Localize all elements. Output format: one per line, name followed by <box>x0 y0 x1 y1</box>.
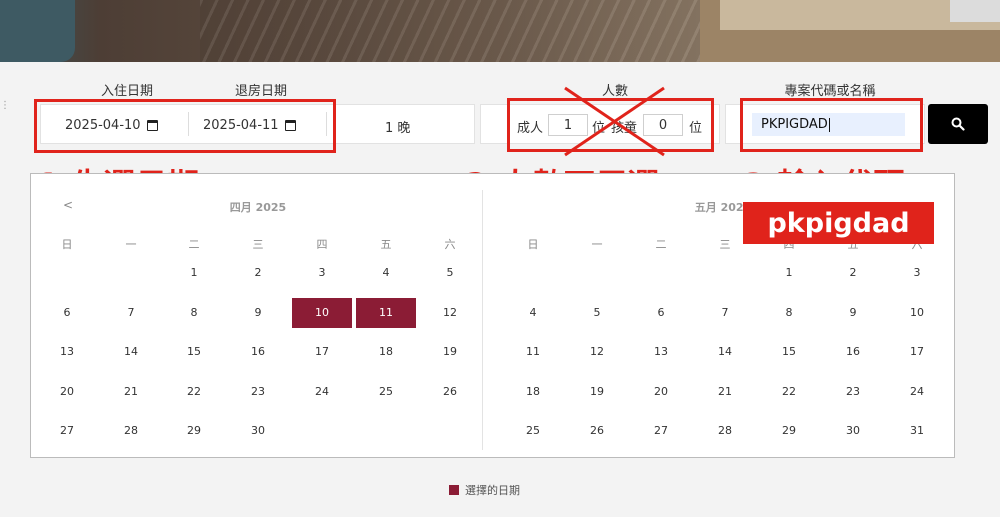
weekday-header: 二 <box>188 238 200 251</box>
day-cell[interactable]: 9 <box>823 298 883 328</box>
day-cell[interactable]: 3 <box>887 258 947 288</box>
day-cell[interactable]: 7 <box>101 298 161 328</box>
day-cell[interactable]: 4 <box>503 298 563 328</box>
day-cell[interactable]: 21 <box>101 377 161 407</box>
day-cell[interactable]: 16 <box>823 337 883 367</box>
day-cell[interactable]: 15 <box>759 337 819 367</box>
day-cell[interactable]: 2 <box>228 258 288 288</box>
day-cell[interactable]: 3 <box>292 258 352 288</box>
day-cell[interactable]: 6 <box>37 298 97 328</box>
day-cell[interactable]: 9 <box>228 298 288 328</box>
day-cell[interactable]: 31 <box>887 416 947 446</box>
day-cell[interactable]: 29 <box>759 416 819 446</box>
day-cell[interactable]: 22 <box>164 377 224 407</box>
day-cell[interactable]: 13 <box>631 337 691 367</box>
weekday-header: 三 <box>719 238 731 251</box>
day-cell[interactable]: 14 <box>695 337 755 367</box>
weekday-header: 五 <box>380 238 392 251</box>
day-cell[interactable]: 26 <box>420 377 480 407</box>
legend-swatch <box>449 485 459 495</box>
weekday-header: 六 <box>444 238 456 251</box>
annotation-box-dates <box>34 99 336 153</box>
day-cell[interactable]: 18 <box>356 337 416 367</box>
day-cell[interactable]: 16 <box>228 337 288 367</box>
weekday-header: 四 <box>316 238 328 251</box>
nights-count: 1 晚 <box>385 121 411 136</box>
day-cell[interactable]: 13 <box>37 337 97 367</box>
day-cell[interactable]: 12 <box>567 337 627 367</box>
day-cell[interactable]: 27 <box>37 416 97 446</box>
day-cell[interactable]: 8 <box>759 298 819 328</box>
day-cell-selected[interactable]: 10 <box>292 298 352 328</box>
prev-month-button[interactable]: < <box>63 198 73 212</box>
day-cell[interactable]: 28 <box>101 416 161 446</box>
day-cell[interactable]: 23 <box>823 377 883 407</box>
search-icon <box>951 117 965 131</box>
edge-mark: ⋮ <box>0 100 10 111</box>
day-cell[interactable]: 17 <box>887 337 947 367</box>
day-cell[interactable]: 5 <box>567 298 627 328</box>
day-cell[interactable]: 6 <box>631 298 691 328</box>
booking-page: ⋮ 入住日期 退房日期 人數 專案代碼或名稱 2025-04-10 2025-0… <box>0 0 1000 517</box>
day-cell[interactable]: 2 <box>823 258 883 288</box>
day-cell[interactable]: 20 <box>631 377 691 407</box>
day-cell[interactable]: 11 <box>503 337 563 367</box>
calendar-divider <box>482 190 483 450</box>
annotation-box-code <box>740 98 923 152</box>
day-cell[interactable]: 22 <box>759 377 819 407</box>
day-cell[interactable]: 29 <box>164 416 224 446</box>
day-cell[interactable]: 1 <box>759 258 819 288</box>
weekday-header: 日 <box>527 238 539 251</box>
day-cell[interactable]: 19 <box>420 337 480 367</box>
checkin-label: 入住日期 <box>100 84 153 99</box>
day-cell[interactable]: 25 <box>503 416 563 446</box>
weekday-header: 三 <box>252 238 264 251</box>
legend-label: 選擇的日期 <box>465 484 520 497</box>
weekday-header: 一 <box>591 238 603 251</box>
day-cell[interactable]: 10 <box>887 298 947 328</box>
weekday-header: 日 <box>61 238 73 251</box>
day-cell[interactable]: 5 <box>420 258 480 288</box>
day-cell[interactable]: 17 <box>292 337 352 367</box>
day-cell[interactable]: 1 <box>164 258 224 288</box>
day-cell[interactable]: 8 <box>164 298 224 328</box>
day-cell[interactable]: 20 <box>37 377 97 407</box>
hero-photo <box>0 0 1000 62</box>
code-label: 專案代碼或名稱 <box>784 84 876 99</box>
day-cell[interactable]: 4 <box>356 258 416 288</box>
day-cell[interactable]: 12 <box>420 298 480 328</box>
search-button[interactable] <box>928 104 988 144</box>
weekday-header: 二 <box>655 238 667 251</box>
day-cell[interactable]: 15 <box>164 337 224 367</box>
day-cell[interactable]: 25 <box>356 377 416 407</box>
day-cell[interactable]: 14 <box>101 337 161 367</box>
day-cell[interactable]: 24 <box>292 377 352 407</box>
cross-out-mark <box>564 86 665 157</box>
day-cell[interactable]: 24 <box>887 377 947 407</box>
day-cell[interactable]: 18 <box>503 377 563 407</box>
weekday-header: 一 <box>125 238 137 251</box>
day-cell[interactable]: 7 <box>695 298 755 328</box>
left-month-title: 四月 2025 <box>229 201 287 214</box>
checkout-label: 退房日期 <box>234 84 287 99</box>
day-cell-selected[interactable]: 11 <box>356 298 416 328</box>
code-badge: pkpigdad <box>743 202 934 244</box>
day-cell[interactable]: 30 <box>823 416 883 446</box>
day-cell[interactable]: 19 <box>567 377 627 407</box>
day-cell[interactable]: 21 <box>695 377 755 407</box>
day-cell[interactable]: 30 <box>228 416 288 446</box>
day-cell[interactable]: 27 <box>631 416 691 446</box>
day-cell[interactable]: 23 <box>228 377 288 407</box>
legend: 選擇的日期 <box>449 482 520 498</box>
day-cell[interactable]: 26 <box>567 416 627 446</box>
day-cell[interactable]: 28 <box>695 416 755 446</box>
